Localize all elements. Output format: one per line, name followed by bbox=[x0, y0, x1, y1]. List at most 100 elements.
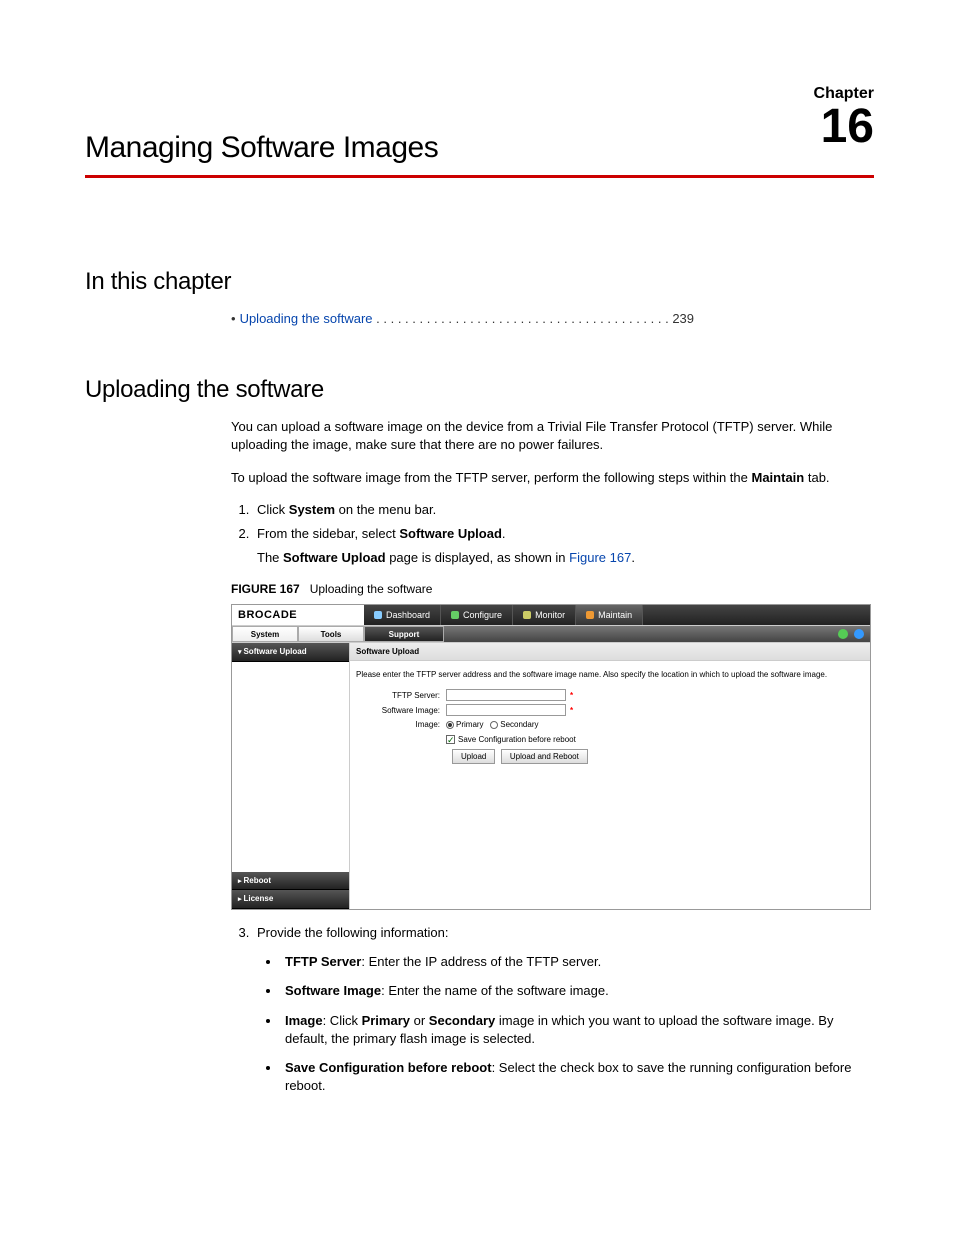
text: . bbox=[631, 550, 635, 565]
term: Image bbox=[285, 1013, 323, 1028]
text: From the sidebar, select bbox=[257, 526, 399, 541]
pane-instruction: Please enter the TFTP server address and… bbox=[350, 661, 870, 686]
monitor-icon bbox=[523, 611, 531, 619]
figure-caption: FIGURE 167 Uploading the software bbox=[231, 581, 874, 598]
section-in-this-chapter: In this chapter bbox=[85, 268, 874, 296]
subtab-support[interactable]: Support bbox=[364, 626, 444, 642]
figure-subnav: System Tools Support bbox=[232, 625, 870, 643]
label-tftp: TFTP Server: bbox=[356, 690, 446, 701]
nav-label: Monitor bbox=[535, 609, 565, 622]
required-marker: * bbox=[570, 690, 573, 701]
bullet-image: Image: Click Primary or Secondary image … bbox=[281, 1011, 874, 1048]
nav-configure[interactable]: Configure bbox=[441, 605, 513, 625]
text: page is displayed, as shown in bbox=[386, 550, 570, 565]
system-ref: System bbox=[289, 502, 335, 517]
nav-label: Configure bbox=[463, 609, 502, 622]
row-swimage: Software Image: * bbox=[356, 704, 864, 716]
intro-para-1: You can upload a software image on the d… bbox=[231, 418, 874, 454]
label-image: Image: bbox=[356, 719, 446, 730]
radio-secondary-label: Secondary bbox=[500, 720, 538, 729]
step3-bullets: TFTP Server: Enter the IP address of the… bbox=[281, 952, 874, 1095]
radio-primary-label: Primary bbox=[456, 720, 484, 729]
toc-bullet: • bbox=[231, 311, 236, 326]
nav-label: Dashboard bbox=[386, 609, 430, 622]
refresh-icon[interactable] bbox=[838, 629, 848, 639]
text: Click bbox=[257, 502, 289, 517]
figure-title: Uploading the software bbox=[310, 582, 433, 596]
main-nav: Dashboard Configure Monitor Maintain bbox=[364, 605, 870, 625]
figure-sidebar: Software Upload Reboot License bbox=[232, 643, 350, 909]
chapter-number: 16 bbox=[821, 103, 874, 151]
sidebar-item-software-upload[interactable]: Software Upload bbox=[232, 643, 349, 662]
page-title: Managing Software Images bbox=[85, 85, 874, 165]
intro-para-2: To upload the software image from the TF… bbox=[231, 469, 874, 487]
sidebar-item-license[interactable]: License bbox=[232, 890, 349, 909]
text: The bbox=[257, 550, 283, 565]
subtab-tools[interactable]: Tools bbox=[298, 626, 364, 642]
figure-ref-link[interactable]: Figure 167 bbox=[569, 550, 631, 565]
term: TFTP Server bbox=[285, 954, 361, 969]
text: Provide the following information: bbox=[257, 925, 449, 940]
nav-dashboard[interactable]: Dashboard bbox=[364, 605, 441, 625]
toc-entry: • Uploading the software . . . . . . . . … bbox=[231, 310, 874, 328]
pane-title: Software Upload bbox=[350, 643, 870, 661]
text: To upload the software image from the TF… bbox=[231, 470, 752, 485]
step-2: From the sidebar, select Software Upload… bbox=[253, 525, 874, 567]
bullet-saveconfig: Save Configuration before reboot: Select… bbox=[281, 1058, 874, 1095]
software-upload-page-ref: Software Upload bbox=[283, 550, 386, 565]
text: : Enter the IP address of the TFTP serve… bbox=[361, 954, 601, 969]
text: tab. bbox=[804, 470, 829, 485]
term: Save Configuration before reboot bbox=[285, 1060, 492, 1075]
figure-content-pane: Software Upload Please enter the TFTP se… bbox=[350, 643, 870, 909]
toolbar-right bbox=[444, 626, 870, 642]
nav-monitor[interactable]: Monitor bbox=[513, 605, 576, 625]
upload-button[interactable]: Upload bbox=[452, 749, 495, 764]
text: : Click bbox=[323, 1013, 362, 1028]
row-image: Image: Primary Secondary bbox=[356, 719, 864, 730]
step-2-sub: The Software Upload page is displayed, a… bbox=[257, 549, 874, 567]
secondary-ref: Secondary bbox=[429, 1013, 495, 1028]
maintain-tab-ref: Maintain bbox=[752, 470, 805, 485]
text: or bbox=[410, 1013, 429, 1028]
title-rule bbox=[85, 175, 874, 178]
upload-reboot-button[interactable]: Upload and Reboot bbox=[501, 749, 588, 764]
sidebar-item-reboot[interactable]: Reboot bbox=[232, 872, 349, 891]
steps-list-cont: Provide the following information: TFTP … bbox=[253, 924, 874, 1095]
button-row: Upload Upload and Reboot bbox=[452, 749, 864, 764]
radio-secondary[interactable] bbox=[490, 721, 498, 729]
row-checkbox: Save Configuration before reboot bbox=[356, 734, 864, 745]
input-tftp[interactable] bbox=[446, 689, 566, 701]
text: on the menu bar. bbox=[335, 502, 436, 517]
help-icon[interactable] bbox=[854, 629, 864, 639]
subtab-system[interactable]: System bbox=[232, 626, 298, 642]
nav-label: Maintain bbox=[598, 609, 632, 622]
steps-list: Click System on the menu bar. From the s… bbox=[253, 501, 874, 568]
figure-id: FIGURE 167 bbox=[231, 582, 300, 596]
checkbox-save-config[interactable] bbox=[446, 735, 455, 744]
toc-link[interactable]: Uploading the software bbox=[240, 311, 373, 326]
radio-primary[interactable] bbox=[446, 721, 454, 729]
term: Software Image bbox=[285, 983, 381, 998]
checkbox-label: Save Configuration before reboot bbox=[458, 735, 576, 744]
dashboard-icon bbox=[374, 611, 382, 619]
bullet-swimage: Software Image: Enter the name of the so… bbox=[281, 981, 874, 1000]
toc-dots: . . . . . . . . . . . . . . . . . . . . … bbox=[373, 311, 673, 326]
input-swimage[interactable] bbox=[446, 704, 566, 716]
chapter-header: Chapter 16 Managing Software Images bbox=[85, 85, 874, 165]
brand-logo: BROCADE bbox=[232, 605, 364, 625]
maintain-icon bbox=[586, 611, 594, 619]
text: : Enter the name of the software image. bbox=[381, 983, 609, 998]
step-3: Provide the following information: TFTP … bbox=[253, 924, 874, 1095]
software-upload-ref: Software Upload bbox=[399, 526, 502, 541]
row-tftp: TFTP Server: * bbox=[356, 689, 864, 701]
figure-topbar: BROCADE Dashboard Configure Monitor Main… bbox=[232, 605, 870, 625]
toc-page: 239 bbox=[672, 311, 694, 326]
required-marker: * bbox=[570, 705, 573, 716]
label-swimage: Software Image: bbox=[356, 705, 446, 716]
step-1: Click System on the menu bar. bbox=[253, 501, 874, 519]
figure-screenshot: BROCADE Dashboard Configure Monitor Main… bbox=[231, 604, 871, 910]
section-uploading: Uploading the software bbox=[85, 376, 874, 404]
nav-maintain[interactable]: Maintain bbox=[576, 605, 643, 625]
text: . bbox=[502, 526, 506, 541]
primary-ref: Primary bbox=[362, 1013, 410, 1028]
